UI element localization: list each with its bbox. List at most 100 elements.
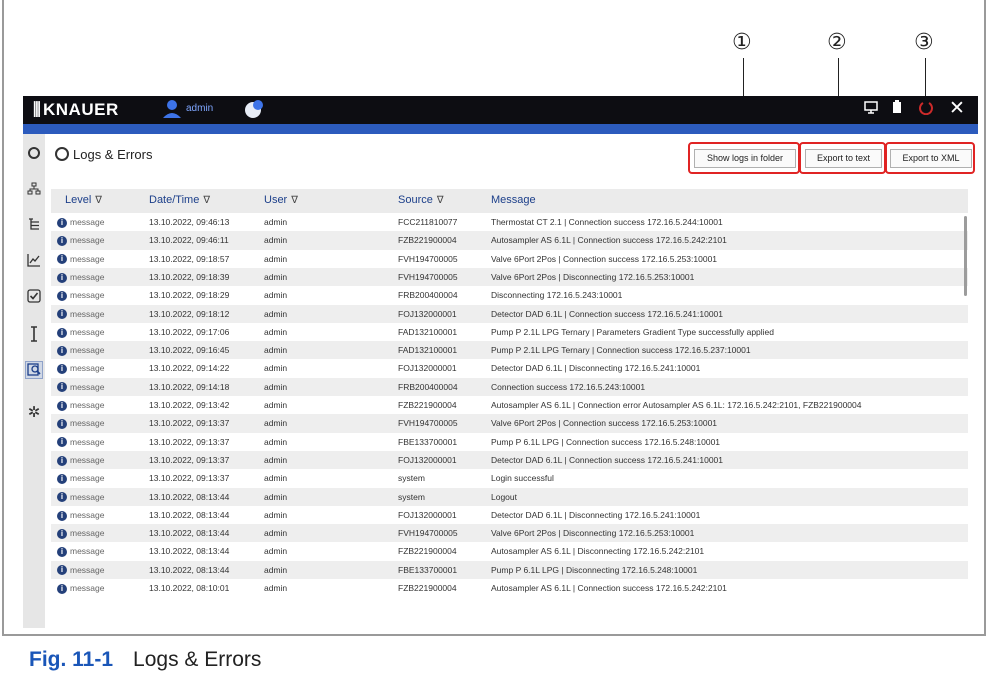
table-row[interactable]: i message 13.10.2022, 08:13:44 admin FOJ1320… — [51, 506, 968, 524]
level-text: message — [70, 418, 105, 429]
user-cell: admin — [264, 583, 288, 593]
info-icon: i — [57, 217, 67, 228]
tree-icon[interactable] — [26, 217, 42, 233]
table-row[interactable]: i message 13.10.2022, 09:13:37 admin FVH1947… — [51, 414, 968, 433]
level-cell: i message — [57, 469, 105, 487]
table-row[interactable]: i message 13.10.2022, 09:18:57 admin FVH1947… — [51, 250, 968, 268]
table-row[interactable]: i message 13.10.2022, 08:13:44 admin system L… — [51, 487, 968, 506]
user-cell: admin — [264, 546, 288, 557]
filter-icon[interactable]: ∇ — [203, 195, 210, 206]
table-row[interactable]: i message 13.10.2022, 09:14:22 admin FOJ1320… — [51, 359, 968, 377]
message-cell: Pump P 6.1L LPG | Disconnecting 172.16.5… — [491, 564, 698, 575]
message-cell: Detector DAD 6.1L | Disconnecting 172.16… — [491, 509, 701, 520]
datetime-cell: 13.10.2022, 09:18:12 — [149, 308, 230, 319]
source-cell: FZB221900004 — [398, 546, 457, 557]
table-row[interactable]: i message 13.10.2022, 09:46:13 admin FCC2118… — [51, 213, 968, 231]
column-header-datetime[interactable]: Date/Time ∇ — [149, 194, 210, 206]
gear-icon[interactable]: ✲ — [26, 405, 42, 421]
message-cell: Pump P 6.1L LPG | Connection success 172… — [491, 436, 721, 447]
table-row[interactable]: i message 13.10.2022, 09:18:29 admin FRB2004… — [51, 286, 968, 304]
table-row[interactable]: i message 13.10.2022, 09:13:42 admin FZB2219… — [51, 396, 968, 414]
level-cell: i message — [57, 579, 105, 597]
level-cell: i message — [57, 561, 105, 579]
source-cell: FVH194700005 — [398, 418, 458, 429]
info-icon: i — [57, 565, 67, 576]
source-cell: FZB221900004 — [398, 400, 457, 410]
table-row[interactable]: i message 13.10.2022, 09:17:06 admin FAD1321… — [51, 323, 968, 341]
source-cell: FVH194700005 — [398, 528, 458, 539]
table-row[interactable]: i message 13.10.2022, 08:13:44 admin FBE1337… — [51, 560, 968, 579]
level-cell: i message — [57, 414, 105, 432]
table-row[interactable]: i message 13.10.2022, 09:13:37 admin FOJ1320… — [51, 450, 968, 470]
table-row[interactable]: i message 13.10.2022, 09:16:45 admin FAD1321… — [51, 341, 968, 360]
level-text: message — [70, 454, 105, 465]
message-cell: Logout — [491, 491, 517, 502]
table-row[interactable]: i message 13.10.2022, 09:18:39 admin FVH1947… — [51, 267, 968, 287]
level-cell: i message — [57, 396, 105, 414]
level-cell: i message — [57, 286, 105, 304]
table-row[interactable]: i message 13.10.2022, 09:14:18 admin FRB2004… — [51, 377, 968, 396]
datetime-cell: 13.10.2022, 09:13:37 — [149, 418, 230, 429]
close-icon[interactable]: ✕ — [949, 97, 965, 120]
info-icon: i — [57, 455, 67, 466]
column-header-level[interactable]: Level ∇ — [65, 194, 102, 206]
accent-stripe — [23, 124, 978, 134]
datetime-cell: 13.10.2022, 09:14:18 — [149, 381, 230, 392]
filter-icon[interactable]: ∇ — [437, 195, 444, 206]
level-text: message — [70, 345, 105, 356]
source-cell: FOJ132000001 — [398, 454, 457, 465]
info-icon: i — [57, 345, 67, 356]
source-cell: FBE133700001 — [398, 436, 458, 447]
datetime-cell: 13.10.2022, 08:10:01 — [149, 583, 230, 593]
table-row[interactable]: i message 13.10.2022, 08:10:01 admin FZB2219… — [51, 579, 968, 597]
scrollbar-thumb[interactable] — [964, 216, 967, 296]
datetime-cell: 13.10.2022, 08:13:44 — [149, 509, 230, 520]
user-cell: admin — [264, 564, 288, 575]
filter-icon[interactable]: ∇ — [291, 195, 298, 206]
table-row[interactable]: i message 13.10.2022, 09:18:12 admin FOJ1320… — [51, 304, 968, 323]
notification-icon[interactable] — [243, 98, 265, 125]
table-row[interactable]: i message 13.10.2022, 09:13:37 admin FBE1337… — [51, 433, 968, 451]
column-header-source[interactable]: Source ∇ — [398, 194, 444, 206]
datetime-cell: 13.10.2022, 09:13:37 — [149, 473, 230, 484]
power-icon[interactable] — [918, 99, 934, 119]
message-cell: Valve 6Port 2Pos | Connection success 17… — [491, 418, 718, 429]
level-cell: i message — [57, 250, 105, 268]
page-title: Logs & Errors — [73, 147, 153, 162]
filter-icon[interactable]: ∇ — [95, 195, 102, 206]
user-cell: admin — [264, 509, 288, 520]
network-icon[interactable] — [26, 182, 42, 198]
table-row[interactable]: i message 13.10.2022, 09:13:37 admin system L… — [51, 469, 968, 487]
column-header-user[interactable]: User ∇ — [264, 194, 298, 206]
level-text: message — [70, 381, 105, 392]
monitor-icon[interactable] — [863, 99, 879, 119]
user-cell: admin — [264, 454, 288, 465]
level-cell: i message — [57, 341, 105, 359]
level-text: message — [70, 583, 105, 593]
message-cell: Connection success 172.16.5.243:10001 — [491, 381, 646, 392]
chart-icon[interactable] — [26, 253, 42, 269]
user-icon[interactable] — [161, 99, 183, 124]
checkbox-icon[interactable] — [26, 289, 42, 305]
table-row[interactable]: i message 13.10.2022, 09:46:11 admin FZB2219… — [51, 231, 968, 250]
source-cell: FCC211810077 — [398, 217, 458, 227]
caption-number: Fig. 11-1 — [29, 648, 114, 671]
message-cell: Autosampler AS 6.1L | Connection success… — [491, 583, 727, 593]
level-cell: i message — [57, 213, 105, 231]
knauer-logo: ⫼KNAUER — [33, 100, 119, 119]
level-cell: i message — [57, 451, 105, 469]
level-cell: i message — [57, 542, 105, 560]
source-cell: FRB200400004 — [398, 290, 458, 301]
user-cell: admin — [264, 271, 288, 282]
user-cell: admin — [264, 253, 288, 264]
lamp-icon[interactable] — [26, 326, 42, 342]
circle-icon[interactable] — [26, 146, 42, 162]
message-cell: Autosampler AS 6.1L | Disconnecting 172.… — [491, 546, 705, 557]
logs-icon[interactable] — [25, 361, 43, 379]
source-cell: FVH194700005 — [398, 253, 458, 264]
table-row[interactable]: i message 13.10.2022, 08:13:44 admin FZB2219… — [51, 542, 968, 560]
level-text: message — [70, 400, 105, 410]
message-cell: Detector DAD 6.1L | Disconnecting 172.16… — [491, 363, 701, 374]
column-header-message[interactable]: Message — [491, 194, 536, 206]
table-row[interactable]: i message 13.10.2022, 08:13:44 admin FVH1947… — [51, 524, 968, 543]
